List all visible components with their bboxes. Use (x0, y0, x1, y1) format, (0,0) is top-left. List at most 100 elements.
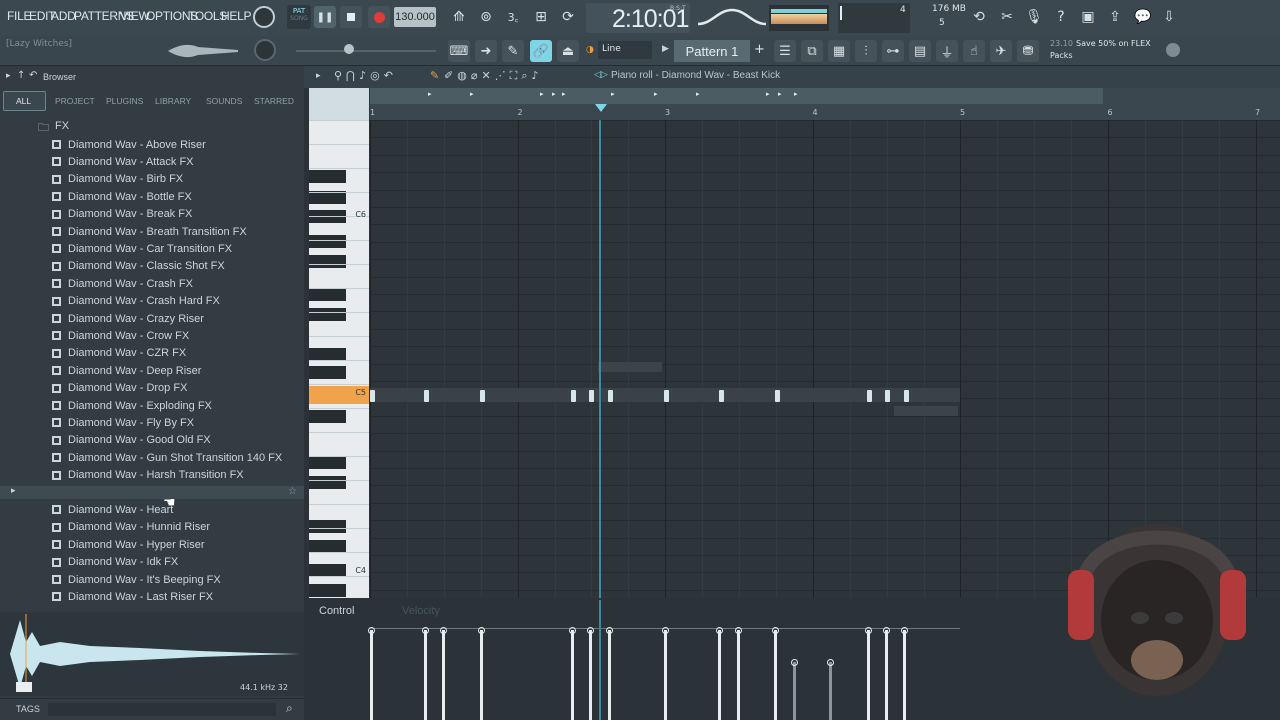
black-key[interactable] (309, 476, 346, 489)
browser-item[interactable]: Diamond Wav - Attack FX (52, 153, 302, 170)
tab-plugins[interactable]: PLUGINS (106, 96, 143, 106)
note[interactable] (904, 390, 909, 402)
velocity-bar[interactable] (589, 630, 592, 720)
velocity-handle[interactable] (478, 627, 485, 634)
browser-item[interactable]: Diamond Wav - Exploding FX (52, 397, 302, 414)
time-marker-icon[interactable]: ▸ (562, 90, 566, 98)
browser-item[interactable]: Diamond Wav - Hyper Riser (52, 536, 302, 553)
velocity-bar[interactable] (664, 630, 667, 720)
velocity-bar[interactable] (829, 662, 832, 720)
step-seq-button[interactable]: ✎ (502, 40, 524, 62)
control-target[interactable]: Velocity (402, 605, 440, 617)
online-button[interactable]: ⟲ (968, 6, 990, 28)
playhead-marker-icon[interactable] (595, 104, 607, 112)
browser-item[interactable]: Diamond Wav - Above Riser (52, 136, 302, 153)
typing-keyboard-button[interactable]: ⌨ (448, 40, 470, 62)
note[interactable] (867, 390, 872, 402)
piano-roll-button[interactable]: ⧉ (801, 40, 823, 62)
pattern-prev-icon[interactable]: ▶ (662, 44, 669, 54)
velocity-bar[interactable] (608, 630, 611, 720)
velocity-handle[interactable] (735, 627, 742, 634)
browser-item[interactable]: Diamond Wav - Last Riser FX (52, 588, 302, 605)
piano-roll-tools-icon[interactable]: ⚲⋂♪◎↶ (334, 69, 397, 82)
preview-play-button[interactable] (16, 682, 32, 692)
note[interactable] (480, 390, 485, 402)
record-button[interactable] (368, 6, 390, 28)
velocity-handle[interactable] (606, 627, 613, 634)
velocity-bar[interactable] (774, 630, 777, 720)
note[interactable] (775, 390, 780, 402)
cut-button[interactable]: ✂ (996, 6, 1018, 28)
tab-all-label[interactable]: ALL (16, 96, 31, 106)
velocity-bar[interactable] (903, 630, 906, 720)
time-marker-icon[interactable]: ▸ (778, 90, 782, 98)
browser-menu-icon[interactable]: ▸ (6, 71, 11, 81)
globe-icon[interactable] (1166, 43, 1180, 57)
pause-button[interactable]: ❚❚ (314, 6, 336, 28)
next-button[interactable]: ➜ (475, 40, 497, 62)
browser-item[interactable]: Diamond Wav - Fly By FX (52, 414, 302, 431)
tab-sounds[interactable]: SOUNDS (206, 96, 242, 106)
browser-item[interactable]: Diamond Wav - Idk FX (52, 554, 302, 571)
note[interactable] (424, 390, 429, 402)
add-pattern-icon[interactable]: + (754, 42, 765, 57)
step-edit-button[interactable]: 3꜀ (502, 6, 524, 28)
velocity-handle[interactable] (587, 627, 594, 634)
link-button[interactable]: 🔗 (530, 40, 552, 62)
black-key[interactable] (309, 520, 346, 533)
playhead[interactable] (599, 120, 601, 598)
browser-item[interactable]: Diamond Wav - Heart (52, 501, 302, 518)
velocity-bar[interactable] (793, 662, 796, 720)
browser-item[interactable]: Diamond Wav - Deep Riser (52, 362, 302, 379)
save-button[interactable]: ▣ (1077, 6, 1099, 28)
browser-item[interactable]: Diamond Wav - Classic Shot FX (52, 258, 302, 275)
tempo-display[interactable]: 130.000 (394, 7, 436, 27)
time-marker-icon[interactable]: ▸ (540, 90, 544, 98)
velocity-bar[interactable] (867, 630, 870, 720)
time-marker-icon[interactable]: ▸ (470, 90, 474, 98)
black-key[interactable] (309, 366, 346, 379)
velocity-bar[interactable] (370, 630, 373, 720)
black-key[interactable] (309, 456, 346, 469)
tab-library[interactable]: LIBRARY (155, 96, 191, 106)
menu-add[interactable]: ADD (51, 9, 76, 23)
folder-row[interactable]: 🗀 FX (0, 118, 304, 135)
browser-item[interactable]: Diamond Wav - Car Transition FX (52, 240, 302, 257)
browser-item[interactable]: Diamond Wav - Crash FX (52, 275, 302, 292)
black-key[interactable] (309, 308, 346, 321)
time-marker-icon[interactable]: ▸ (428, 90, 432, 98)
touch-keyboard-button[interactable]: ☝ (963, 40, 985, 62)
velocity-handle[interactable] (791, 659, 798, 666)
tab-starred[interactable]: STARRED (254, 96, 294, 106)
star-icon[interactable]: ☆ (288, 486, 297, 497)
browser-item[interactable]: Diamond Wav - Crazy Riser (52, 310, 302, 327)
browser-item[interactable]: Diamond Wav - Hunnid Riser (52, 519, 302, 536)
browser-item[interactable]: Diamond Wav - Birb FX (52, 171, 302, 188)
pencil-icon[interactable]: ✎ (430, 69, 439, 82)
browser-item[interactable]: Diamond Wav - CZR FX (52, 345, 302, 362)
velocity-handle[interactable] (883, 627, 890, 634)
browser-item[interactable]: Diamond Wav - Crash Hard FX (52, 293, 302, 310)
help-button[interactable]: ? (1050, 6, 1072, 28)
velocity-bar[interactable] (885, 630, 888, 720)
loop-button[interactable]: ⟳ (557, 6, 579, 28)
time-marker-icon[interactable]: ▸ (696, 90, 700, 98)
time-marker-icon[interactable]: ▸ (794, 90, 798, 98)
velocity-bar[interactable] (442, 630, 445, 720)
velocity-bar[interactable] (424, 630, 427, 720)
velocity-bar[interactable] (480, 630, 483, 720)
record-audio-button[interactable]: 🎙 (1023, 6, 1045, 28)
master-pitch-handle[interactable] (344, 44, 354, 54)
browser-back-icon[interactable]: ↶ (29, 70, 37, 81)
black-key[interactable] (309, 288, 346, 301)
timeline-ruler[interactable]: ▸ ▸ ▸ ▸ ▸ ▸ ▸ ▸ ▸ ▸ ▸ (370, 88, 1280, 120)
pat-song-toggle[interactable]: PAT SONG (287, 5, 311, 29)
download-button[interactable]: ⇩ (1158, 6, 1180, 28)
menu-help[interactable]: HELP (221, 9, 251, 23)
velocity-handle[interactable] (901, 627, 908, 634)
velocity-handle[interactable] (440, 627, 447, 634)
piano-roll-menu-icon[interactable]: ▸ (316, 71, 321, 81)
velocity-bar[interactable] (737, 630, 740, 720)
velocity-handle[interactable] (716, 627, 723, 634)
black-key[interactable] (309, 255, 346, 268)
